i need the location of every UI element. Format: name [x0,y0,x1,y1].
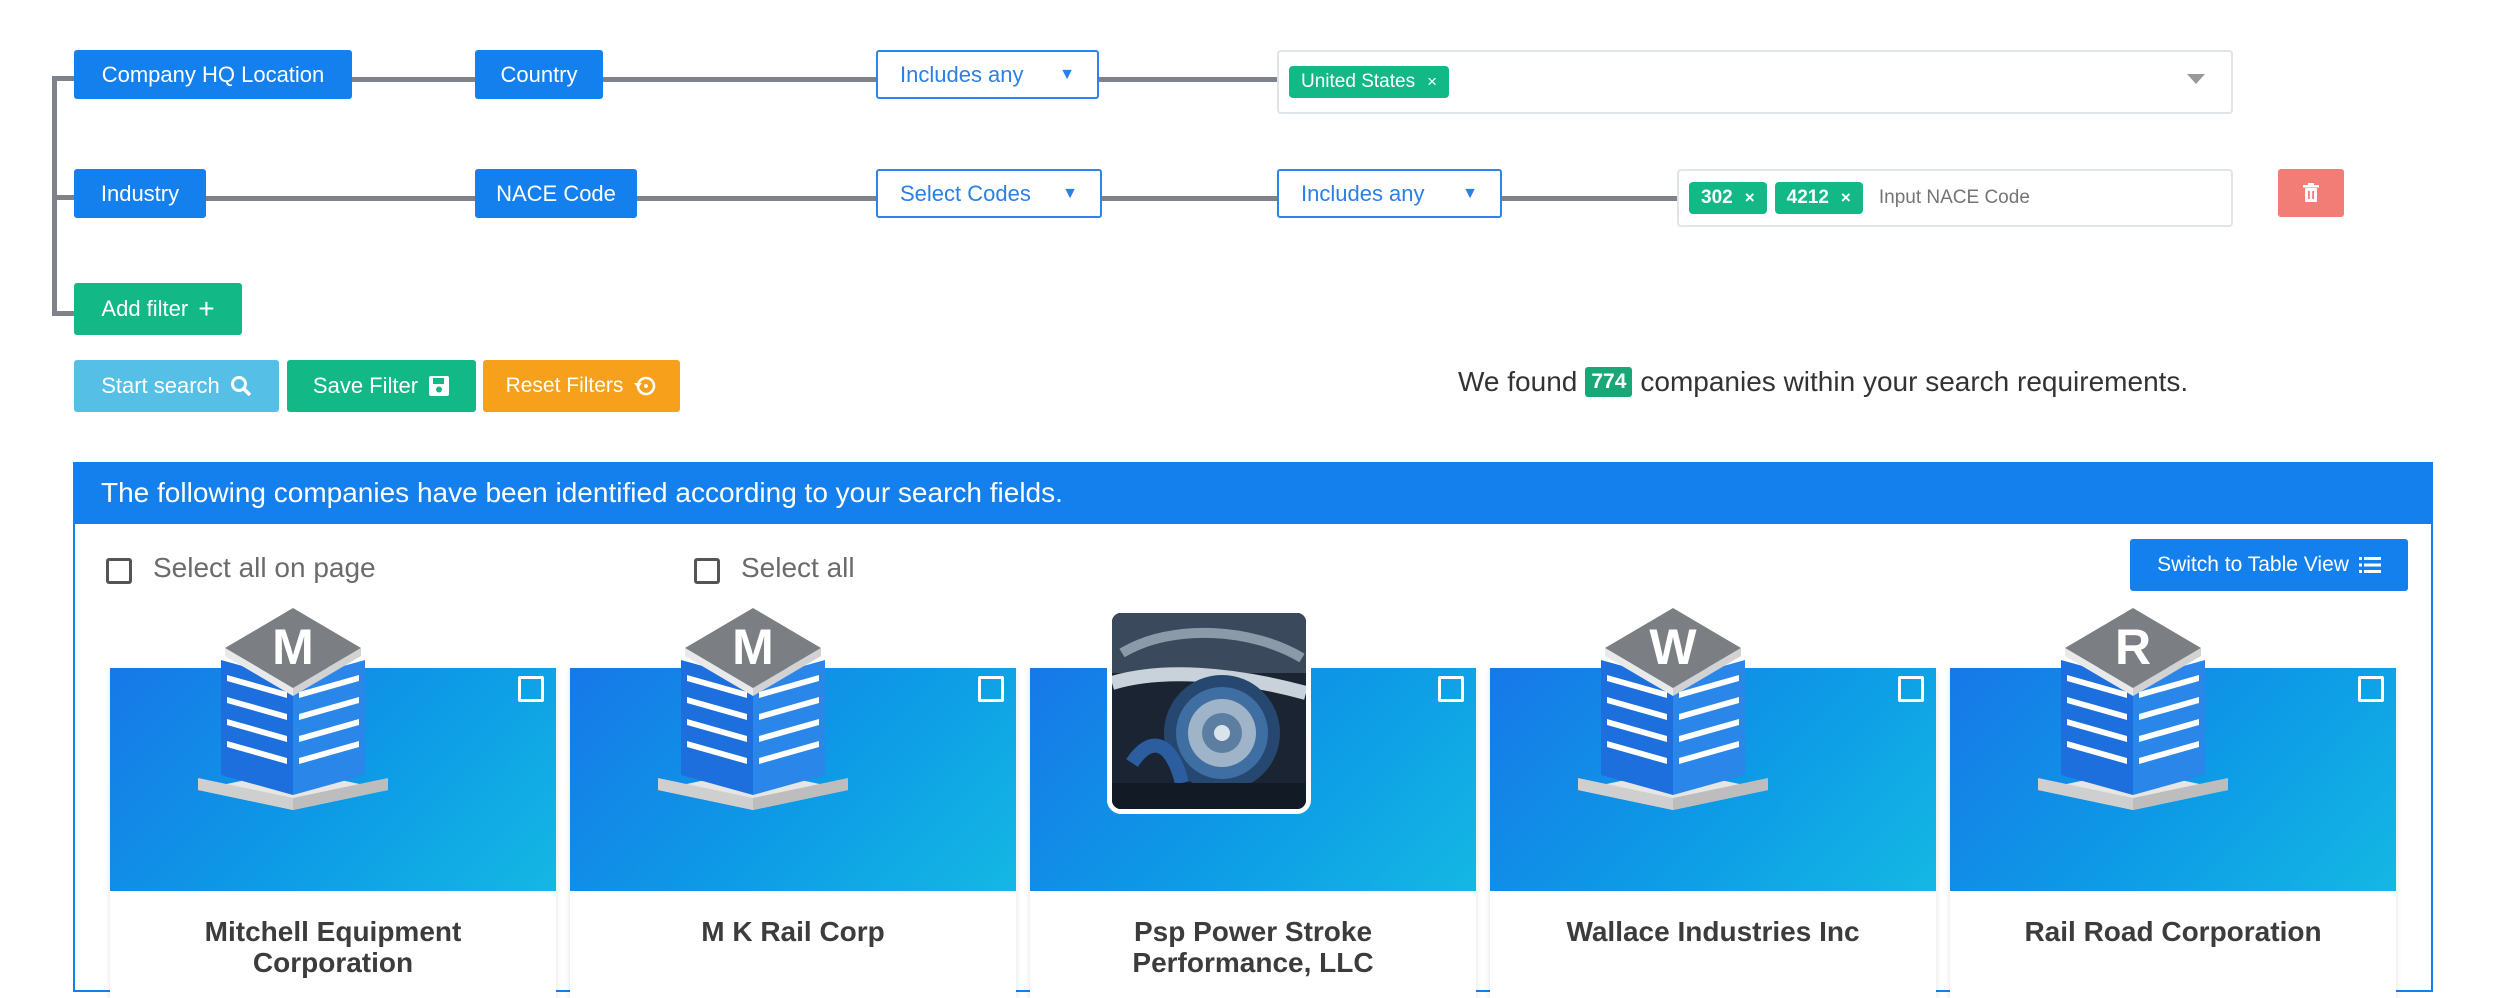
close-icon[interactable]: × [1745,188,1755,208]
company-name-line1: M K Rail Corp [701,916,885,947]
start-search-button[interactable]: Start search [74,360,279,412]
close-icon[interactable]: × [1427,72,1437,92]
country-tag-input[interactable]: United States × [1277,50,2233,114]
company-initial: R [2115,619,2151,675]
turbo-engine-image [1112,613,1306,809]
company-name-line1: Psp Power Stroke [1133,916,1373,947]
company-name-line1: Mitchell Equipment [204,916,462,947]
select-all-checkbox[interactable] [694,558,720,584]
nace-code-tag-input[interactable]: 302 × 4212 × [1677,169,2233,227]
add-filter-label: Add filter [101,296,189,321]
tag-label: United States [1301,71,1416,92]
operator-label: Includes any [900,61,1024,87]
tag-label: 302 [1701,187,1733,208]
card-select-checkbox[interactable] [2358,676,2384,702]
building-icon: R [2038,608,2228,810]
company-name[interactable]: Mitchell Equipment Corporation [110,916,556,978]
company-initial: W [1649,619,1697,675]
filter-field-company-hq-location[interactable]: Company HQ Location [74,50,352,99]
tag-4212: 4212 × [1774,182,1863,214]
company-initial: M [732,619,774,675]
card-select-checkbox[interactable] [1438,676,1464,702]
building-icon: M [198,608,388,810]
operator-dropdown-row2[interactable]: Includes any ▼ [1277,169,1502,218]
company-building-logo: R [2038,608,2228,810]
operator-label: Includes any [1301,180,1425,206]
company-name[interactable]: M K Rail Corp [570,916,1016,947]
filter-subfield-country[interactable]: Country [475,50,603,99]
company-building-logo: M [198,608,388,810]
delete-filter-button[interactable] [2278,169,2344,217]
list-icon [2358,557,2381,573]
search-icon [230,376,252,397]
filter-subfield-nace-code[interactable]: NACE Code [475,169,637,218]
company-name[interactable]: Wallace Industries Inc [1490,916,1936,947]
company-name-line2: Corporation [252,947,414,978]
company-name-line2: Performance, LLC [1132,947,1374,978]
select-codes-dropdown[interactable]: Select Codes ▼ [876,169,1102,218]
add-filter-button[interactable]: Add filter + [74,283,242,335]
result-prefix: We found [1458,366,1578,397]
reset-filters-button[interactable]: Reset Filters [483,360,680,412]
select-all-on-page-checkbox[interactable] [106,558,132,584]
reset-filters-label: Reset Filters [505,374,624,397]
plus-icon: + [198,293,215,324]
company-name[interactable]: Rail Road Corporation [1950,916,2396,947]
select-codes-label: Select Codes [900,180,1031,206]
result-count-badge: 774 [1585,367,1633,397]
filter-field-industry[interactable]: Industry [74,169,206,218]
operator-dropdown-row1[interactable]: Includes any ▼ [876,50,1099,99]
save-icon [429,376,450,396]
card-select-checkbox[interactable] [518,676,544,702]
tag-label: 4212 [1786,187,1829,208]
company-name-line1: Wallace Industries Inc [1566,916,1860,947]
select-all-label: Select all [741,552,855,583]
switch-view-label: Switch to Table View [2157,553,2349,576]
result-suffix: companies within your search requirement… [1640,366,2189,397]
caret-down-icon: ▼ [1462,184,1478,202]
caret-down-icon: ▼ [1059,65,1075,83]
building-icon: W [1578,608,1768,810]
company-initial: M [272,619,314,675]
building-icon: M [658,608,848,810]
tag-united-states: United States × [1289,66,1450,98]
tag-302: 302 × [1689,182,1767,214]
reset-icon [634,376,656,396]
company-building-logo: M [658,608,848,810]
close-icon[interactable]: × [1841,188,1851,208]
result-summary: We found 774 companies within your searc… [1458,362,2258,402]
results-panel-header: The following companies have been identi… [73,462,2433,524]
company-name[interactable]: Psp Power Stroke Performance, LLC [1030,916,1476,978]
company-name-line1: Rail Road Corporation [2024,916,2322,947]
card-select-checkbox[interactable] [978,676,1004,702]
switch-to-table-view-button[interactable]: Switch to Table View [2130,539,2408,591]
save-filter-button[interactable]: Save Filter [287,360,476,412]
company-building-logo: W [1578,608,1768,810]
save-filter-label: Save Filter [312,373,419,398]
trash-icon [2303,183,2319,202]
card-select-checkbox[interactable] [1898,676,1924,702]
company-photo-logo [1107,608,1311,814]
select-all-on-page-label: Select all on page [153,552,376,583]
nace-code-input[interactable] [1876,186,2081,210]
chevron-down-icon[interactable] [2187,74,2205,84]
start-search-label: Start search [101,373,220,398]
caret-down-icon: ▼ [1062,184,1078,202]
